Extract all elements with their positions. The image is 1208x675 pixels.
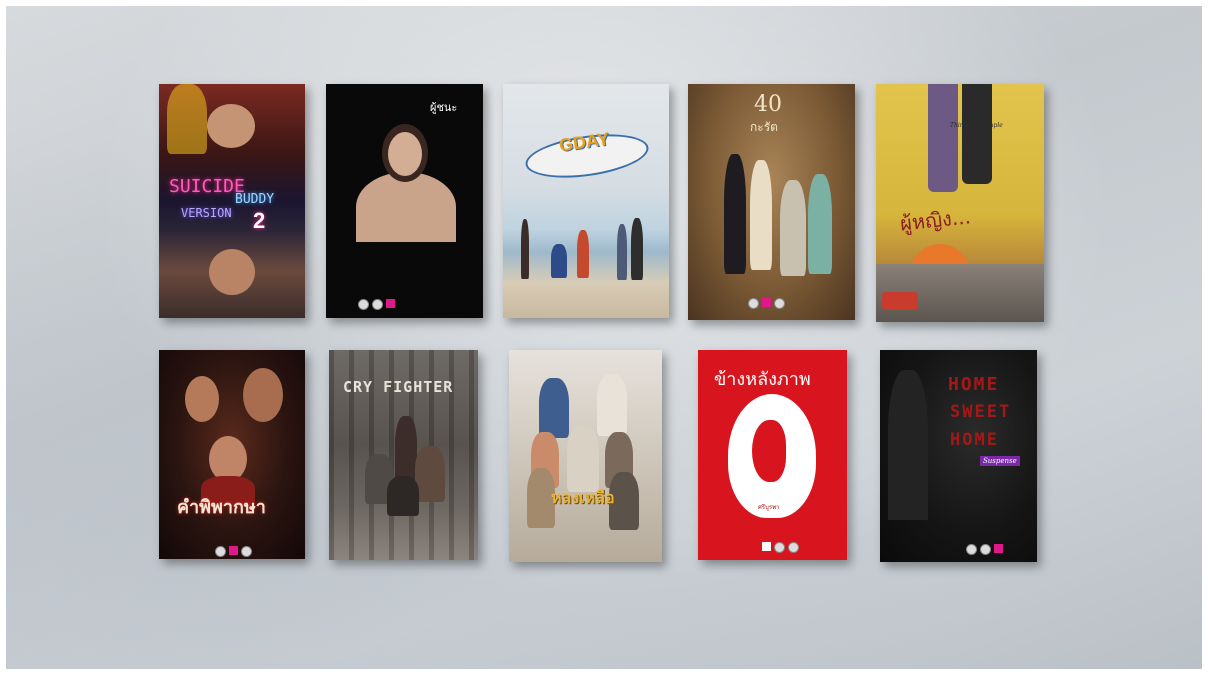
poster-title-line: HOME (948, 374, 1000, 395)
poster-thin-cold-couple[interactable]: Thin Cold Couple ผู้หญิง... (876, 84, 1044, 322)
poster-title-line: HOME (950, 430, 999, 450)
poster-home-sweet-home[interactable]: HOME SWEET HOME Suspense (880, 350, 1037, 562)
poster-title: 40 (754, 92, 782, 117)
poster-suicide-buddy[interactable]: SUICIDE BUDDY VERSION 2 (159, 84, 305, 318)
poster-title-line: SUICIDE (169, 176, 245, 197)
poster-title: ผู้ชนะ (430, 101, 458, 114)
poster-subtitle: กะรัต (750, 120, 778, 134)
poster-gday[interactable]: GDAY (503, 84, 669, 318)
poster-tag: Suspense (980, 456, 1020, 466)
poster-the-judgment[interactable]: คำพิพากษา (159, 350, 305, 559)
poster-behind-the-painting[interactable]: ข้างหลังภาพ ศรีบูรพา (698, 350, 847, 560)
poster-title: หลงเหลือ (551, 488, 615, 507)
poster-title: ข้างหลังภาพ (714, 369, 811, 390)
poster-winner[interactable]: ผู้ชนะ (326, 84, 483, 318)
poster-title: คำพิพากษา (177, 497, 266, 518)
poster-cry-fighter[interactable]: CRY FIGHTER (329, 350, 478, 560)
poster-title: ผู้หญิง... (898, 204, 972, 236)
poster-title-line: 2 (253, 208, 266, 233)
poster-title-line: SWEET (950, 402, 1012, 422)
wall-background: SUICIDE BUDDY VERSION 2 ผู้ชนะ GDAY 40 ก… (6, 6, 1202, 669)
poster-40-karat[interactable]: 40 กะรัต (688, 84, 855, 320)
poster-title-line: BUDDY (235, 192, 275, 207)
poster-title: CRY FIGHTER (343, 378, 454, 396)
poster-title-line: VERSION (181, 206, 232, 220)
poster-subtitle: Thin Cold Couple (950, 122, 1003, 129)
poster-leftover[interactable]: หลงเหลือ (509, 350, 662, 562)
poster-credit: ศรีบูรพา (758, 504, 780, 511)
